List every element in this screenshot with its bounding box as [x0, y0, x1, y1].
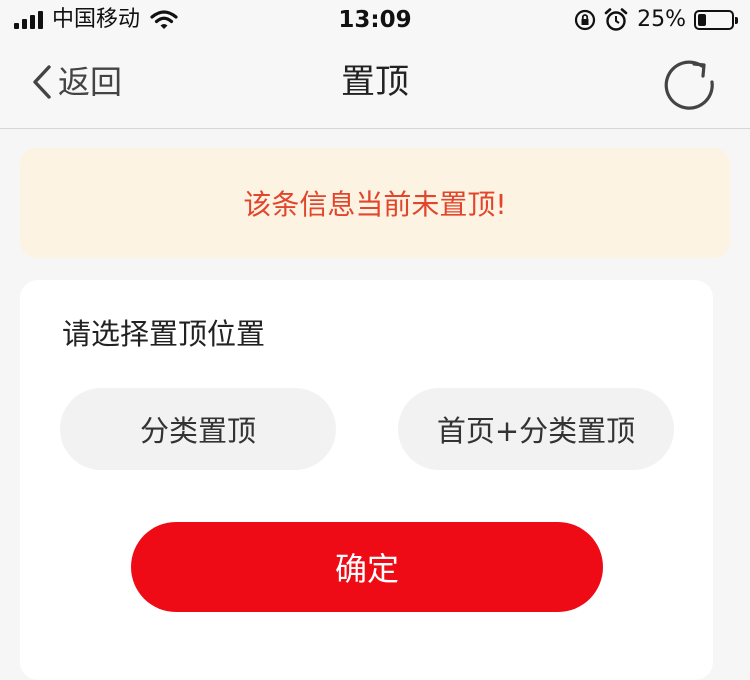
nav-bar: 返回 置顶 [0, 40, 750, 129]
notice-message: 该条信息当前未置顶! [243, 188, 507, 221]
battery-icon [694, 10, 738, 30]
pin-position-card: 请选择置顶位置 分类置顶 首页+分类置顶 确定 [20, 280, 713, 680]
home-category-pin-option[interactable]: 首页+分类置顶 [398, 388, 674, 470]
alarm-icon [604, 8, 628, 31]
battery-level [698, 14, 706, 26]
confirm-button[interactable]: 确定 [131, 522, 603, 612]
page-title: 置顶 [341, 62, 409, 102]
card-title: 请选择置顶位置 [62, 317, 266, 351]
category-pin-option[interactable]: 分类置顶 [60, 388, 336, 470]
orientation-lock-icon [574, 9, 596, 31]
status-bar: 中国移动 13:09 25% [0, 0, 750, 40]
notice-banner: 该条信息当前未置顶! [20, 148, 730, 258]
refresh-icon [664, 60, 714, 110]
status-right: 25% [573, 6, 738, 34]
refresh-button[interactable] [660, 56, 720, 120]
battery-percent: 25% [637, 7, 686, 32]
